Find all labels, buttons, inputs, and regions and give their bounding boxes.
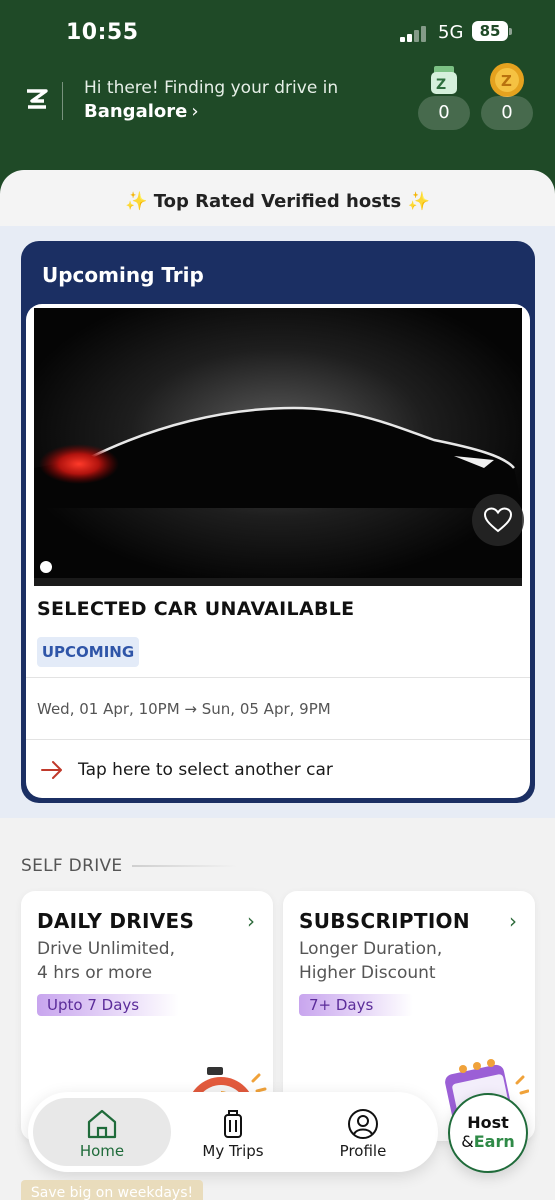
- cash-balance[interactable]: 0: [418, 96, 470, 130]
- duration-tag: 7+ Days: [299, 994, 414, 1016]
- nav-profile[interactable]: Profile: [294, 1098, 432, 1166]
- profile-icon: [348, 1109, 378, 1139]
- ampersand: &: [461, 1132, 474, 1151]
- card-desc-line2: 4 hrs or more: [37, 963, 153, 983]
- favorite-button[interactable]: [472, 494, 524, 546]
- coin-wallet[interactable]: Z: [481, 62, 533, 98]
- svg-text:Z: Z: [501, 72, 512, 90]
- network-type: 5G: [438, 22, 464, 43]
- zcoin-icon: Z: [490, 63, 524, 97]
- trip-status-badge: UPCOMING: [37, 637, 139, 667]
- luggage-icon: [224, 1110, 242, 1138]
- nav-label: Profile: [339, 1142, 387, 1160]
- battery-icon: 85: [472, 21, 508, 41]
- city-selector[interactable]: Bangalore ›: [84, 101, 199, 122]
- trip-dates: Wed, 01 Apr, 10PM → Sun, 05 Apr, 9PM: [37, 700, 331, 718]
- earn-text: Earn: [473, 1132, 515, 1151]
- zoomcar-logo: [27, 89, 48, 109]
- chevron-right-icon: ›: [509, 909, 517, 933]
- chevron-right-icon: ›: [247, 909, 255, 933]
- divider: [26, 677, 530, 678]
- battery-tip: [509, 28, 512, 35]
- trip-details-card[interactable]: [26, 304, 530, 798]
- duration-tag: Upto 7 Days: [37, 994, 180, 1016]
- self-drive-heading: SELF DRIVE: [21, 856, 123, 876]
- earn-label: &Earn: [450, 1132, 526, 1151]
- card-description: Longer Duration, Higher Discount: [299, 937, 499, 985]
- card-desc-line2: Higher Discount: [299, 963, 436, 983]
- cash-wallet-icon: Z: [431, 66, 457, 94]
- promo-badge: Save big on weekdays!: [21, 1180, 203, 1200]
- host-label: Host: [467, 1113, 509, 1132]
- nav-label: My Trips: [202, 1142, 264, 1160]
- card-title: SUBSCRIPTION: [299, 909, 470, 933]
- card-desc-line1: Longer Duration,: [299, 939, 443, 959]
- greeting-text: Hi there! Finding your drive in: [84, 78, 339, 98]
- chevron-right-icon: ›: [191, 101, 199, 122]
- arrow-right-icon: [41, 761, 62, 779]
- card-desc-line1: Drive Unlimited,: [37, 939, 175, 959]
- signal-icon: [400, 26, 428, 42]
- host-earn-button[interactable]: Host &Earn: [448, 1093, 528, 1173]
- coin-balance[interactable]: 0: [481, 96, 533, 130]
- divider: [26, 739, 530, 740]
- upcoming-trip-title: Upcoming Trip: [42, 263, 204, 287]
- home-icon: [87, 1109, 117, 1139]
- bottom-nav: Home My Trips Profile: [28, 1092, 438, 1172]
- cash-wallet[interactable]: Z: [418, 62, 470, 98]
- svg-text:Z: Z: [436, 77, 446, 93]
- section-divider: [132, 865, 237, 867]
- nav-home[interactable]: Home: [33, 1098, 171, 1166]
- car-name: SELECTED CAR UNAVAILABLE: [37, 598, 355, 620]
- car-silhouette-image: [34, 308, 522, 586]
- nav-label: Home: [79, 1142, 125, 1160]
- status-bar: 10:55 5G 85: [0, 20, 555, 48]
- city-name: Bangalore: [84, 101, 188, 122]
- nav-my-trips[interactable]: My Trips: [164, 1098, 302, 1166]
- select-another-car-link[interactable]: Tap here to select another car: [78, 760, 333, 780]
- status-time: 10:55: [66, 20, 139, 45]
- card-title: DAILY DRIVES: [37, 909, 195, 933]
- card-description: Drive Unlimited, 4 hrs or more: [37, 937, 237, 985]
- heart-icon: [484, 507, 512, 533]
- carousel-dot[interactable]: [40, 561, 52, 573]
- top-rated-banner[interactable]: ✨ Top Rated Verified hosts ✨: [0, 170, 555, 230]
- logo-divider: [62, 82, 63, 120]
